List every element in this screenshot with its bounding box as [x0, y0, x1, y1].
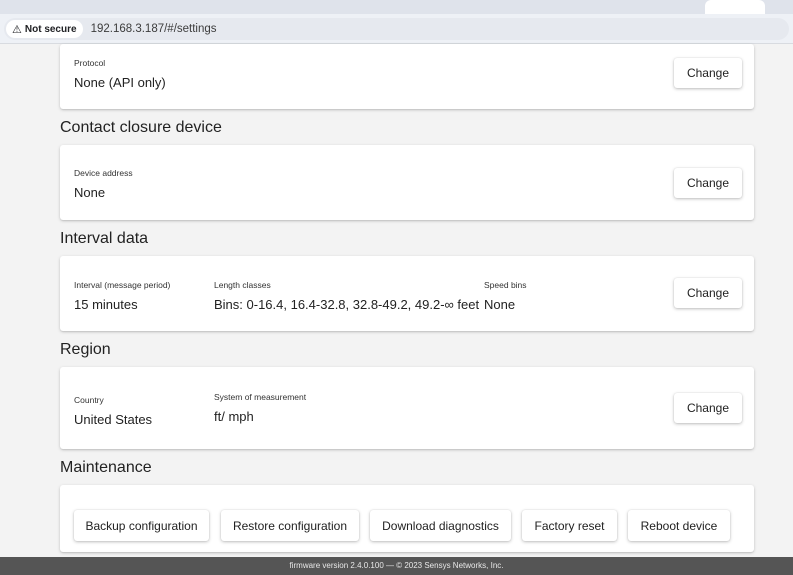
measurement-value: ft/ mph: [214, 409, 254, 424]
change-interval-data-button[interactable]: Change: [674, 278, 742, 308]
measurement-label: System of measurement: [214, 392, 307, 402]
interval-label: Interval (message period): [74, 280, 171, 290]
device-address-label: Device address: [74, 168, 133, 178]
footer: firmware version 2.4.0.100 — © 2023 Sens…: [0, 557, 793, 575]
protocol-card: Protocol None (API only) Change: [60, 44, 754, 109]
measurement-field: System of measurement ft/ mph: [214, 392, 306, 424]
contact-closure-card: Device address None Change: [60, 145, 754, 220]
change-contact-closure-button[interactable]: Change: [674, 168, 742, 198]
restore-configuration-button[interactable]: Restore configuration: [221, 510, 359, 541]
speed-bins-value: None: [484, 297, 516, 312]
speed-bins-field: Speed bins None: [484, 280, 527, 312]
security-indicator[interactable]: ⚠ Not secure: [6, 20, 83, 38]
backup-configuration-button[interactable]: Backup configuration: [74, 510, 209, 541]
interval-field: Interval (message period) 15 minutes: [74, 280, 170, 312]
maintenance-card: Backup configuration Restore configurati…: [60, 485, 754, 552]
length-classes-field: Length classes Bins: 0-16.4, 16.4-32.8, …: [214, 280, 479, 312]
country-value: United States: [74, 412, 153, 427]
omnibox[interactable]: ⚠ Not secure 192.168.3.187/#/settings: [4, 18, 789, 40]
reboot-device-button[interactable]: Reboot device: [628, 510, 730, 541]
protocol-field: Protocol None (API only): [74, 58, 166, 90]
browser-tab[interactable]: [705, 0, 765, 14]
region-card: Country United States System of measurem…: [60, 367, 754, 449]
maintenance-title: Maintenance: [60, 459, 152, 476]
contact-closure-title: Contact closure device: [60, 119, 222, 136]
interval-data-card: Interval (message period) 15 minutes Len…: [60, 256, 754, 331]
change-region-button[interactable]: Change: [674, 393, 742, 423]
country-label: Country: [74, 395, 104, 405]
download-diagnostics-button[interactable]: Download diagnostics: [370, 510, 511, 541]
length-classes-value: Bins: 0-16.4, 16.4-32.8, 32.8-49.2, 49.2…: [214, 297, 480, 312]
interval-data-title: Interval data: [60, 230, 149, 247]
security-label: Not secure: [24, 23, 77, 35]
device-address-field: Device address None: [74, 168, 133, 200]
speed-bins-label: Speed bins: [484, 280, 527, 290]
url-text[interactable]: 192.168.3.187/#/settings: [91, 23, 217, 35]
browser-tab-strip: [0, 0, 793, 14]
interval-value: 15 minutes: [74, 297, 138, 312]
warning-icon: ⚠: [12, 23, 22, 36]
device-address-value: None: [74, 185, 106, 200]
region-title: Region: [60, 341, 111, 358]
change-protocol-button[interactable]: Change: [674, 58, 742, 88]
country-field: Country United States: [74, 395, 152, 427]
length-classes-label: Length classes: [214, 280, 271, 290]
browser-address-bar: ⚠ Not secure 192.168.3.187/#/settings: [0, 14, 793, 44]
factory-reset-button[interactable]: Factory reset: [522, 510, 617, 541]
firmware-version-text: firmware version 2.4.0.100 — © 2023 Sens…: [289, 561, 504, 570]
protocol-value: None (API only): [74, 75, 166, 90]
protocol-label: Protocol: [74, 58, 106, 68]
